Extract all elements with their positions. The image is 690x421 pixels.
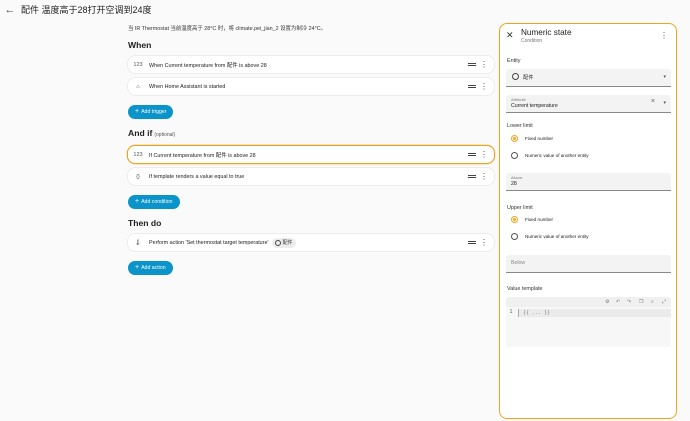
more-vert-icon[interactable]: ⋮ (480, 82, 488, 91)
undo-icon[interactable]: ↶ (616, 299, 620, 305)
entity-search-icon[interactable]: ⚙ (605, 299, 609, 305)
clear-icon[interactable]: × (651, 98, 655, 105)
condition-row[interactable]: {} If template renders a value equal to … (128, 168, 494, 185)
code-braces-icon: {} (136, 173, 140, 180)
thermometer-icon: 🌡 (134, 239, 142, 246)
more-vert-icon[interactable]: ⋮ (660, 31, 668, 40)
below-input[interactable]: Below (506, 255, 671, 273)
lower-fixed-radio[interactable] (511, 135, 518, 142)
drag-handle-icon[interactable] (468, 63, 476, 66)
entity-label: Entity (507, 58, 521, 64)
lower-entity-radio[interactable] (511, 152, 518, 159)
close-icon[interactable]: ✕ (506, 30, 514, 40)
action-text: Perform action 'Set thermostat target te… (149, 239, 269, 246)
more-vert-icon[interactable]: ⋮ (480, 60, 488, 69)
upper-limit-label: Upper limit (507, 205, 533, 211)
plus-icon: + (135, 108, 140, 115)
upper-fixed-radio[interactable] (511, 216, 518, 223)
upper-entity-label: Numeric value of another entity (525, 234, 589, 239)
condition-text: If Current temperature from 配件 is above … (149, 152, 256, 159)
section-then-do: Then do (128, 218, 162, 228)
editor-line[interactable]: {{ ... }} (518, 309, 671, 317)
redo-icon[interactable]: ↷ (627, 299, 631, 305)
more-vert-icon[interactable]: ⋮ (480, 150, 488, 159)
value-template-editor[interactable]: ⚙ ↶ ↷ ❐ ⌕ ⤢ 1 {{ ... }} (506, 297, 671, 347)
add-action-button[interactable]: + Add action (128, 261, 173, 275)
copy-icon[interactable]: ❐ (639, 299, 643, 305)
entity-picker[interactable]: 配件 ▾ (506, 69, 671, 87)
drag-handle-icon[interactable] (468, 85, 476, 88)
numeric-icon: 123 (133, 151, 143, 158)
lower-fixed-label: Fixed number (525, 136, 554, 141)
chevron-down-icon[interactable]: ▾ (663, 100, 666, 106)
entity-chip[interactable]: 配件 (271, 237, 296, 248)
value-template-label: Value template (507, 286, 543, 292)
drag-handle-icon[interactable] (468, 153, 476, 156)
drag-handle-icon[interactable] (468, 175, 476, 178)
home-assistant-icon: ⌂ (136, 83, 140, 90)
section-and-if: And if (optional) (128, 128, 176, 138)
entity-icon (274, 239, 281, 246)
trigger-text: When Home Assistant is started (149, 83, 226, 90)
trigger-text: When Current temperature from 配件 is abov… (149, 62, 267, 69)
search-icon[interactable]: ⌕ (651, 299, 654, 305)
automation-editor: 当 IR Thermostat 当前温度高于 28°C 时，将 climate.… (128, 24, 494, 282)
top-bar: ← 配件 温度高于28打开空调到24度 (0, 0, 690, 22)
action-row[interactable]: 🌡 Perform action 'Set thermostat target … (128, 234, 494, 251)
fullscreen-icon[interactable]: ⤢ (662, 299, 666, 305)
upper-entity-radio[interactable] (511, 233, 518, 240)
attribute-select[interactable]: Attribute Current temperature × ▾ (506, 95, 671, 113)
panel-title: Numeric state (521, 28, 572, 37)
plus-icon: + (135, 198, 140, 205)
plus-icon: + (135, 264, 140, 271)
add-condition-button[interactable]: + Add condition (128, 195, 180, 209)
page-title: 配件 温度高于28打开空调到24度 (21, 5, 152, 15)
upper-fixed-label: Fixed number (525, 217, 554, 222)
above-input[interactable]: Above 28 (506, 173, 671, 191)
chevron-down-icon[interactable]: ▾ (663, 74, 666, 80)
trigger-row[interactable]: 123 When Current temperature from 配件 is … (128, 56, 494, 73)
line-number: 1 (509, 309, 513, 315)
lower-limit-label: Lower limit (507, 123, 533, 129)
lower-entity-label: Numeric value of another entity (525, 153, 589, 158)
condition-side-panel: ✕ Numeric state Condition ⋮ Entity 配件 ▾ … (499, 23, 677, 419)
editor-toolbar: ⚙ ↶ ↷ ❐ ⌕ ⤢ (506, 297, 671, 307)
automation-description: 当 IR Thermostat 当前温度高于 28°C 时，将 climate.… (128, 26, 327, 32)
panel-subtitle: Condition (521, 38, 543, 44)
condition-row-selected[interactable]: 123 If Current temperature from 配件 is ab… (128, 146, 494, 163)
section-when: When (128, 40, 152, 50)
entity-icon (512, 73, 519, 80)
trigger-row[interactable]: ⌂ When Home Assistant is started ⋮ (128, 78, 494, 95)
numeric-icon: 123 (133, 61, 143, 68)
more-vert-icon[interactable]: ⋮ (480, 172, 488, 181)
arrow-left-icon[interactable]: ← (2, 2, 18, 18)
drag-handle-icon[interactable] (468, 241, 476, 244)
add-trigger-button[interactable]: + Add trigger (128, 105, 174, 119)
more-vert-icon[interactable]: ⋮ (480, 238, 488, 247)
condition-text: If template renders a value equal to tru… (149, 173, 245, 180)
